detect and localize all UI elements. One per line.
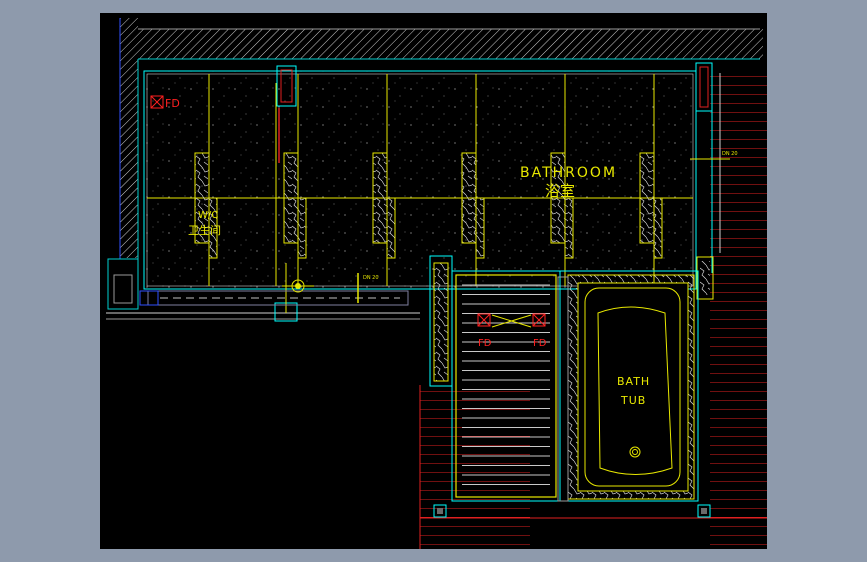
shower-drain-label-1: FD [478, 338, 492, 349]
dimension-note-1: DN 20 [363, 275, 379, 281]
bathroom-name-en: BATHROOM [520, 165, 617, 181]
dimension-note-2: DN 20 [722, 151, 738, 157]
wc-name-cn: 卫生间 [188, 223, 221, 237]
cad-viewport[interactable]: FD FD FD BATHROOM 浴室 W/C 卫生间 BATH TUB DN… [100, 13, 767, 549]
shower-drain-label-2: FD [533, 338, 547, 349]
wc-name-en: W/C [198, 210, 218, 221]
bathtub-label-line1: BATH [617, 375, 650, 388]
wc-drain-label: FD [165, 97, 180, 110]
bathtub-label-line2: TUB [620, 394, 646, 407]
bathroom-name-cn: 浴室 [545, 182, 575, 200]
floor-plan-drawing: FD FD FD BATHROOM 浴室 W/C 卫生间 BATH TUB DN… [106, 18, 767, 549]
top-wall [138, 28, 763, 60]
